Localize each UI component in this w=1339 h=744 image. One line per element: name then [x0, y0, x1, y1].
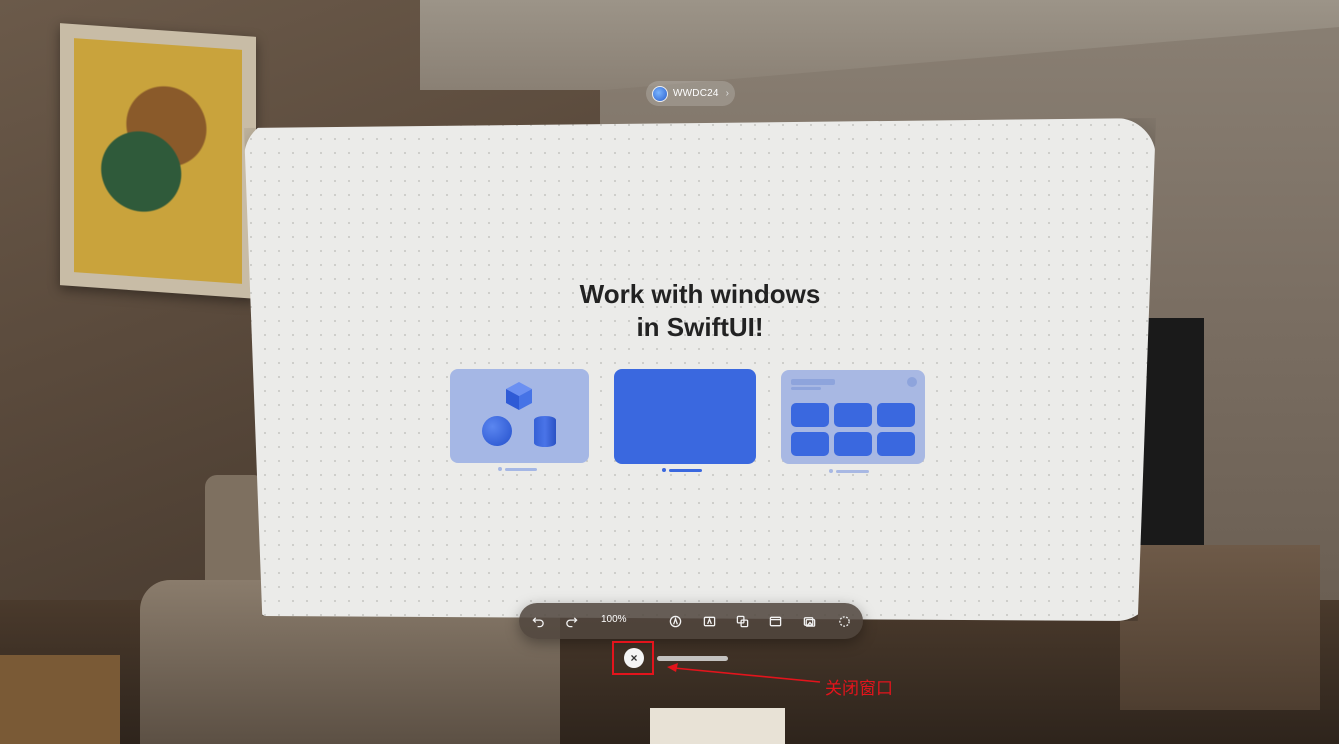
- cylinder-shape: [534, 416, 556, 447]
- app-badge-label: WWDC24: [673, 88, 719, 99]
- window-card-grabber: [669, 469, 702, 472]
- app-icon: [652, 85, 668, 102]
- volumes-card-grabber: [505, 468, 537, 471]
- sphere-shape: [482, 416, 512, 446]
- zoom-level[interactable]: 100%: [601, 614, 627, 625]
- headline-line-1: Work with windows: [579, 279, 821, 309]
- grid-tile: [877, 432, 915, 456]
- ornament-title-bar: [791, 379, 835, 385]
- chevron-right-icon: ›: [725, 88, 729, 99]
- ornament-card-dot: [829, 469, 833, 473]
- painting-art: [74, 38, 242, 284]
- headline-line-2: in SwiftUI!: [636, 312, 764, 342]
- window-headline: Work with windows in SwiftUI!: [244, 278, 1156, 344]
- lasso-icon[interactable]: [834, 611, 854, 631]
- volumes-card-dot: [498, 467, 502, 471]
- cube-shape: [504, 381, 534, 411]
- media-icon[interactable]: [799, 611, 819, 631]
- volumes-card[interactable]: [450, 369, 589, 463]
- ornament-card-grabber: [836, 470, 869, 473]
- undo-icon[interactable]: [528, 611, 548, 631]
- window-card-dot: [662, 468, 666, 472]
- window-icon[interactable]: [765, 611, 785, 631]
- ornament-avatar-dot: [907, 377, 917, 387]
- sofa-arm: [205, 475, 265, 595]
- pen-icon[interactable]: [665, 611, 685, 631]
- bottom-toolbar: 100%: [519, 603, 863, 639]
- grid-tile: [834, 403, 872, 427]
- window-card[interactable]: [614, 369, 756, 464]
- main-window[interactable]: Work with windows in SwiftUI!: [244, 118, 1156, 621]
- grid-tile: [877, 403, 915, 427]
- shapes-icon[interactable]: [732, 611, 752, 631]
- open-book: [650, 708, 785, 744]
- grid-tile: [791, 403, 829, 427]
- grid-tile: [834, 432, 872, 456]
- redo-icon[interactable]: [561, 611, 581, 631]
- annotation-arrow-icon: [667, 663, 821, 683]
- ornament-subtitle-bar: [791, 387, 821, 390]
- wall-painting: [60, 23, 256, 299]
- grid-tile: [791, 432, 829, 456]
- app-badge[interactable]: WWDC24 ›: [646, 81, 735, 106]
- annotation-highlight-box: [612, 641, 654, 675]
- television: [1138, 318, 1204, 548]
- ornament-card[interactable]: [781, 370, 925, 464]
- tv-stand: [1120, 545, 1320, 710]
- annotation-label: 关闭窗口: [825, 679, 893, 698]
- text-box-icon[interactable]: [699, 611, 719, 631]
- side-table: [0, 655, 120, 744]
